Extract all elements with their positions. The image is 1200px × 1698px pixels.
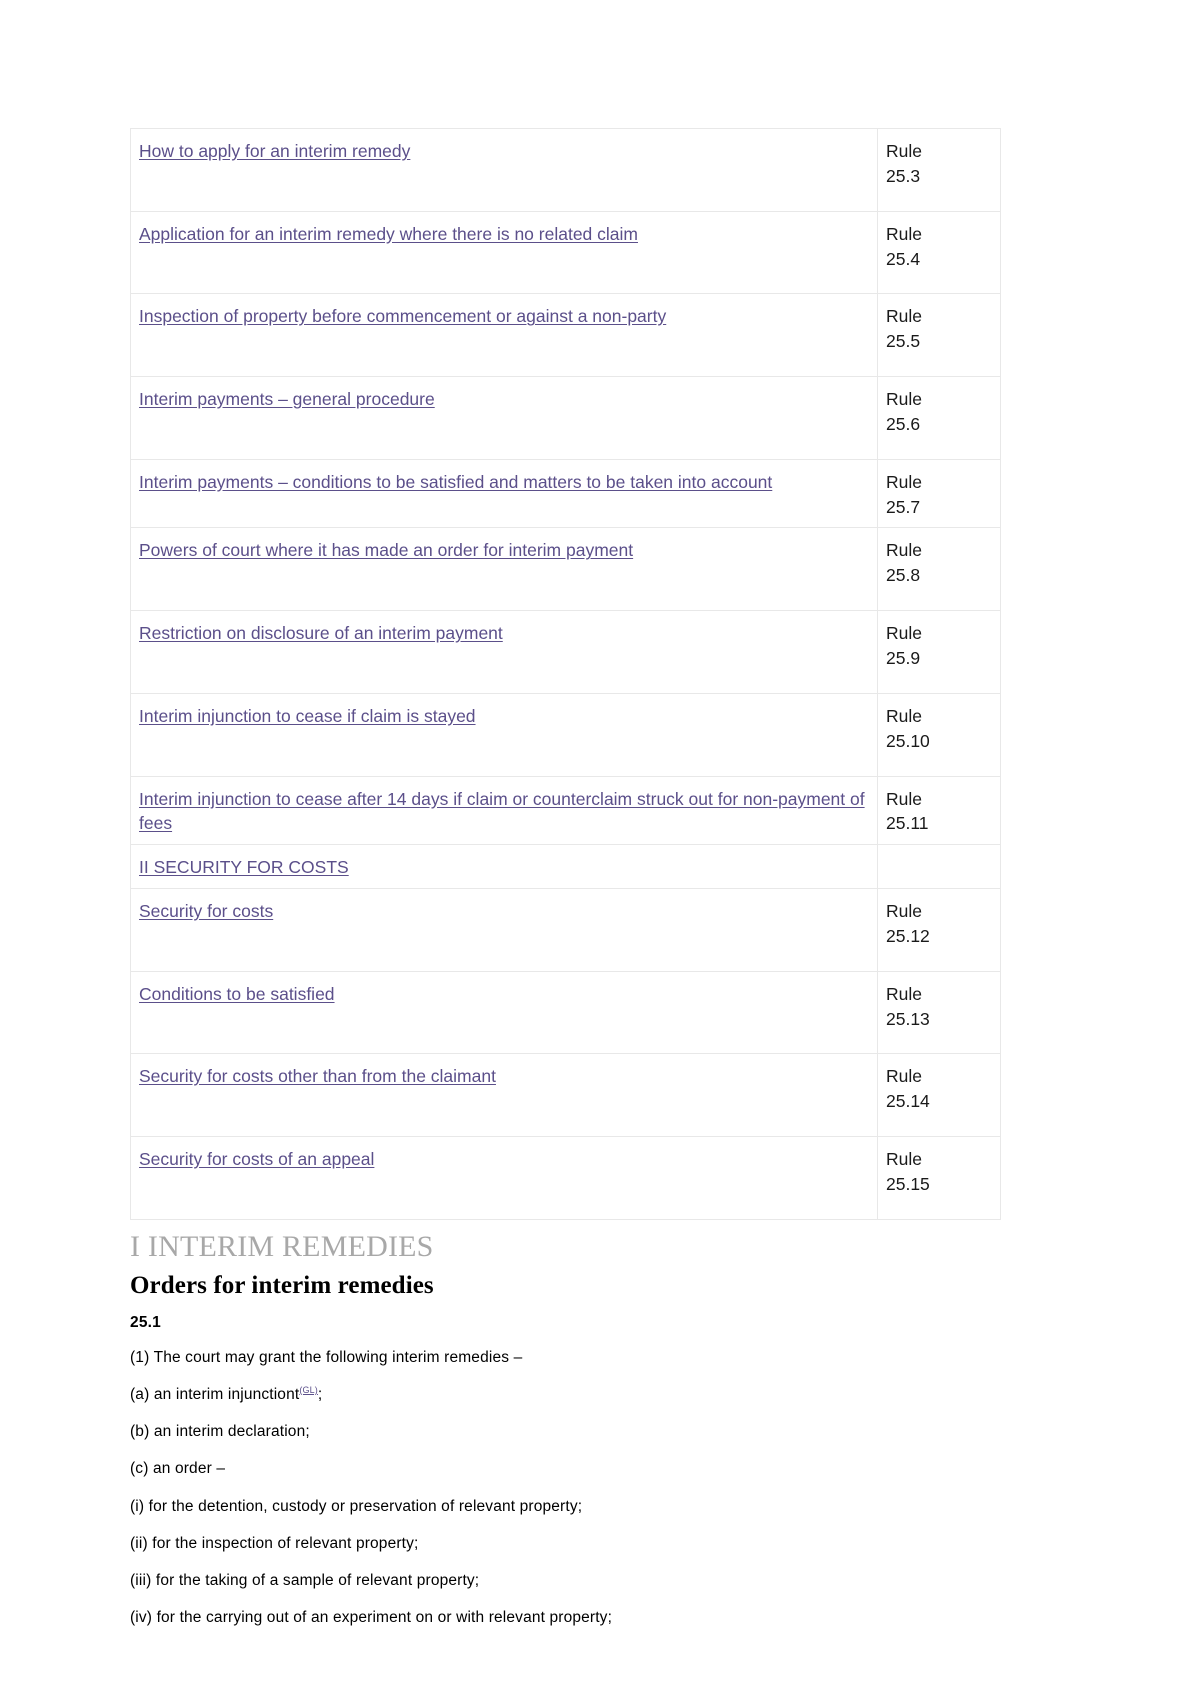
rule-number: 25.10 <box>886 730 930 751</box>
table-cell-title: Security for costs of an appeal <box>130 1136 878 1220</box>
table-cell-title: Restriction on disclosure of an interim … <box>130 610 878 694</box>
toc-link-injunction-cease-14-days[interactable]: Interim injunction to cease after 14 day… <box>139 789 865 834</box>
table-row: Interim injunction to cease after 14 day… <box>130 775 1001 846</box>
section-heading-interim-remedies: I INTERIM REMEDIES <box>130 1229 434 1263</box>
toc-link-security-costs-of-appeal[interactable]: Security for costs of an appeal <box>139 1149 374 1169</box>
toc-link-security-for-costs[interactable]: Security for costs <box>139 901 273 921</box>
table-cell-title: Interim injunction to cease after 14 day… <box>130 775 878 846</box>
table-cell-rule: Rule 25.15 <box>877 1136 1001 1220</box>
rule-number: 25.3 <box>886 165 921 186</box>
toc-link-security-for-costs-section[interactable]: II SECURITY FOR COSTS <box>139 857 349 877</box>
gl-reference-link[interactable]: (GL) <box>299 1385 318 1395</box>
toc-link-application-no-related-claim[interactable]: Application for an interim remedy where … <box>139 224 638 244</box>
table-cell-rule: Rule 25.9 <box>877 610 1001 694</box>
table-cell-title: How to apply for an interim remedy <box>130 128 878 212</box>
table-cell-rule: Rule 25.11 <box>877 775 1001 846</box>
toc-link-powers-of-court[interactable]: Powers of court where it has made an ord… <box>139 540 633 560</box>
toc-link-how-to-apply[interactable]: How to apply for an interim remedy <box>139 141 410 161</box>
table-cell-rule: Rule 25.6 <box>877 376 1001 460</box>
table-cell-rule: Rule 25.12 <box>877 888 1001 972</box>
paragraph-c-i: (i) for the detention, custody or preser… <box>130 1497 583 1515</box>
table-row: Conditions to be satisfied Rule 25.13 <box>130 970 1001 1055</box>
table-row: Security for costs Rule 25.12 <box>130 888 1001 972</box>
table-row: Interim payments – general procedure Rul… <box>130 376 1001 460</box>
table-row: Interim injunction to cease if claim is … <box>130 692 1001 777</box>
table-row: Inspection of property before commenceme… <box>130 293 1001 378</box>
table-cell-rule: Rule 25.14 <box>877 1053 1001 1138</box>
toc-link-inspection-of-property[interactable]: Inspection of property before commenceme… <box>139 306 666 326</box>
table-cell-rule: Rule 25.3 <box>877 128 1001 212</box>
sub-heading-orders-for-interim-remedies: Orders for interim remedies <box>130 1271 434 1299</box>
paragraph-1: (1) The court may grant the following in… <box>130 1348 523 1366</box>
paragraph-c-iii: (iii) for the taking of a sample of rele… <box>130 1571 480 1589</box>
rule-number: 25.5 <box>886 331 921 352</box>
rule-number: 25.14 <box>886 1091 930 1112</box>
table-row: Security for costs of an appeal Rule 25.… <box>130 1136 1001 1220</box>
rule-label: Rule <box>886 901 922 922</box>
rule-label: Rule <box>886 141 922 161</box>
contents-table: How to apply for an interim remedy Rule … <box>130 128 1001 1220</box>
paragraph-c-iv: (iv) for the carrying out of an experime… <box>130 1608 613 1626</box>
rule-label: Rule <box>886 705 922 726</box>
toc-link-interim-payments-conditions[interactable]: Interim payments – conditions to be sati… <box>139 472 772 492</box>
contents-table-body: How to apply for an interim remedy Rule … <box>130 128 1001 1220</box>
table-cell-rule: Rule 25.10 <box>877 692 1001 777</box>
rule-label: Rule <box>886 540 922 561</box>
rule-number: 25.8 <box>886 565 921 586</box>
rule-number: 25.6 <box>886 413 921 434</box>
paragraph-b: (b) an interim declaration; <box>130 1423 310 1441</box>
table-row-section-header: II SECURITY FOR COSTS <box>130 844 1001 890</box>
table-row: Security for costs other than from the c… <box>130 1053 1001 1138</box>
rule-label: Rule <box>886 471 922 492</box>
paragraph-a: (a) an interim injunctiont(GL); <box>130 1385 1070 1405</box>
table-cell-title: Powers of court where it has made an ord… <box>130 527 878 612</box>
rule-number-label: 25.1 <box>130 1313 161 1331</box>
rule-label: Rule <box>886 788 922 809</box>
rule-number: 25.4 <box>886 248 921 269</box>
table-row: How to apply for an interim remedy Rule … <box>130 128 1001 212</box>
rule-label: Rule <box>886 223 922 244</box>
rule-label: Rule <box>886 623 922 644</box>
rule-number: 25.9 <box>886 647 921 668</box>
toc-link-restriction-on-disclosure[interactable]: Restriction on disclosure of an interim … <box>139 623 503 643</box>
table-cell-title: Inspection of property before commenceme… <box>130 293 878 378</box>
table-cell-title: Interim injunction to cease if claim is … <box>130 692 878 777</box>
rule-label: Rule <box>886 1149 922 1170</box>
table-cell-rule: Rule 25.5 <box>877 293 1001 378</box>
table-row: Powers of court where it has made an ord… <box>130 527 1001 612</box>
toc-link-security-costs-other-than-claimant[interactable]: Security for costs other than from the c… <box>139 1066 496 1086</box>
rule-number: 25.15 <box>886 1173 930 1194</box>
toc-link-conditions-to-be-satisfied[interactable]: Conditions to be satisfied <box>139 984 335 1004</box>
rule-label: Rule <box>886 1066 922 1087</box>
table-row: Application for an interim remedy where … <box>130 210 1001 295</box>
rule-label: Rule <box>886 306 922 327</box>
document-page: How to apply for an interim remedy Rule … <box>0 0 1200 1698</box>
table-cell-title: Conditions to be satisfied <box>130 970 878 1055</box>
toc-link-injunction-cease-stayed[interactable]: Interim injunction to cease if claim is … <box>139 706 476 726</box>
table-cell-title: II SECURITY FOR COSTS <box>130 844 878 890</box>
table-cell-rule-empty <box>877 844 1001 890</box>
paragraph-a-suffix: ; <box>317 1386 323 1404</box>
table-cell-title: Interim payments – general procedure <box>130 376 878 460</box>
table-cell-rule: Rule 25.13 <box>877 970 1001 1055</box>
paragraph-a-text: (a) an interim injunctiont <box>130 1386 300 1404</box>
rule-label: Rule <box>886 983 922 1004</box>
rule-number: 25.11 <box>886 813 929 834</box>
table-cell-rule: Rule 25.8 <box>877 527 1001 612</box>
table-cell-title: Application for an interim remedy where … <box>130 210 878 295</box>
table-row: Interim payments – conditions to be sati… <box>130 458 1001 529</box>
table-cell-rule: Rule 25.4 <box>877 210 1001 295</box>
table-cell-title: Interim payments – conditions to be sati… <box>130 458 878 529</box>
rule-number: 25.12 <box>886 925 930 946</box>
table-cell-rule: Rule 25.7 <box>877 458 1001 529</box>
rule-number: 25.7 <box>886 496 921 517</box>
table-cell-title: Security for costs other than from the c… <box>130 1053 878 1138</box>
paragraph-c: (c) an order – <box>130 1460 226 1478</box>
table-cell-title: Security for costs <box>130 888 878 972</box>
rule-number: 25.13 <box>886 1008 930 1029</box>
rule-label: Rule <box>886 389 922 410</box>
table-row: Restriction on disclosure of an interim … <box>130 610 1001 694</box>
paragraph-c-ii: (ii) for the inspection of relevant prop… <box>130 1534 419 1552</box>
toc-link-interim-payments-general[interactable]: Interim payments – general procedure <box>139 389 435 409</box>
